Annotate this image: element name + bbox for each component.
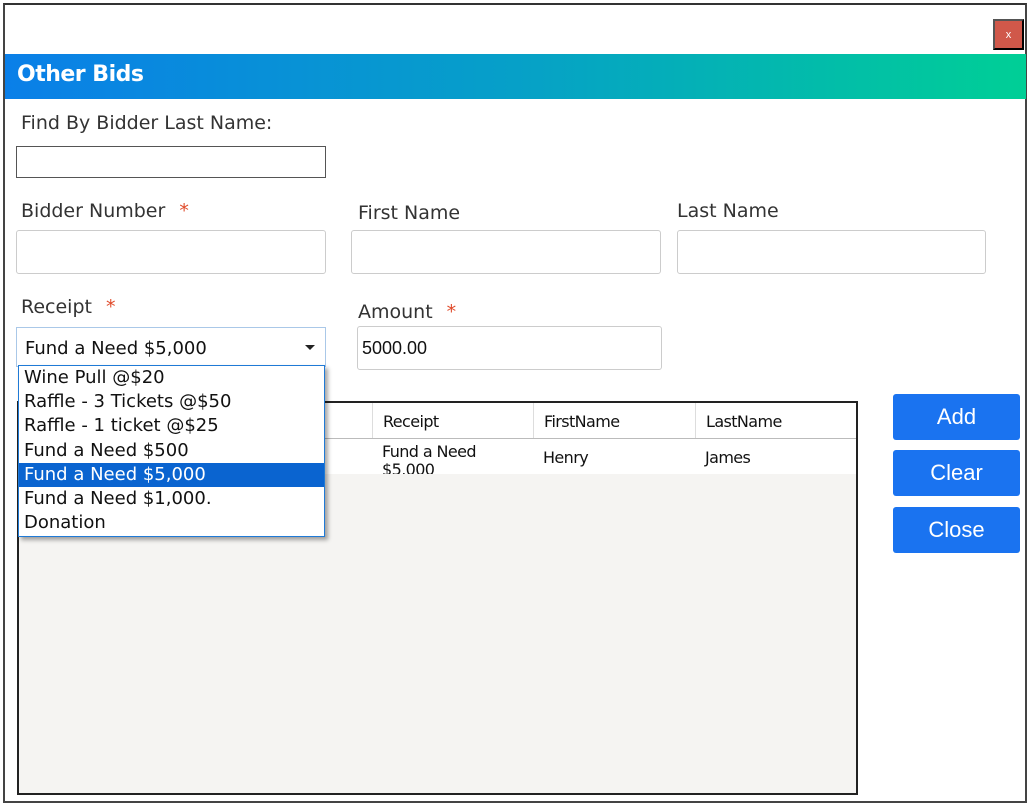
label-text: Bidder Number: [21, 200, 166, 222]
column-header-firstname[interactable]: FirstName: [533, 403, 695, 438]
cell-lastname: James: [705, 448, 751, 467]
find-label: Find By Bidder Last Name:: [21, 112, 273, 134]
label-text: Receipt: [21, 296, 92, 318]
receipt-option[interactable]: Fund a Need $500: [19, 439, 324, 463]
amount-input[interactable]: [357, 326, 662, 370]
clear-button[interactable]: Clear: [893, 450, 1020, 496]
close-button[interactable]: Close: [893, 507, 1020, 553]
window-close-button[interactable]: x: [993, 19, 1024, 50]
last-name-input[interactable]: [677, 230, 986, 274]
bidder-number-label: Bidder Number *: [21, 200, 189, 222]
receipt-option[interactable]: Fund a Need $1,000.: [19, 487, 324, 511]
receipt-option[interactable]: Wine Pull @$20: [19, 366, 324, 390]
receipt-select[interactable]: Fund a Need $5,000: [16, 327, 326, 367]
cell-firstname: Henry: [543, 448, 589, 467]
receipt-option[interactable]: Fund a Need $5,000: [19, 462, 324, 487]
cell-receipt: Fund a Need $5,000: [382, 442, 477, 475]
receipt-dropdown-list[interactable]: Wine Pull @$20 Raffle - 3 Tickets @$50 Raf…: [18, 365, 325, 537]
page-title: Other Bids: [5, 54, 1026, 99]
receipt-option[interactable]: Raffle - 3 Tickets @$50: [19, 390, 324, 414]
required-marker: *: [179, 200, 189, 222]
column-header-lastname[interactable]: LastName: [695, 403, 856, 438]
add-button[interactable]: Add: [893, 394, 1020, 440]
chevron-down-icon[interactable]: [305, 345, 315, 350]
amount-label: Amount *: [358, 301, 456, 323]
last-name-label: Last Name: [677, 200, 779, 222]
receipt-option[interactable]: Donation: [19, 511, 324, 535]
bidder-number-input[interactable]: [16, 230, 326, 274]
receipt-option[interactable]: Raffle - 1 ticket @$25: [19, 414, 324, 438]
required-marker: *: [105, 296, 116, 318]
column-header-receipt[interactable]: Receipt: [372, 403, 533, 438]
first-name-label: First Name: [358, 202, 461, 224]
receipt-label: Receipt *: [21, 296, 115, 318]
find-last-name-input[interactable]: [16, 146, 326, 178]
required-marker: *: [446, 301, 457, 323]
label-text: Amount: [358, 301, 433, 323]
first-name-input[interactable]: [351, 230, 661, 274]
receipt-selected-value: Fund a Need $5,000: [25, 338, 207, 359]
